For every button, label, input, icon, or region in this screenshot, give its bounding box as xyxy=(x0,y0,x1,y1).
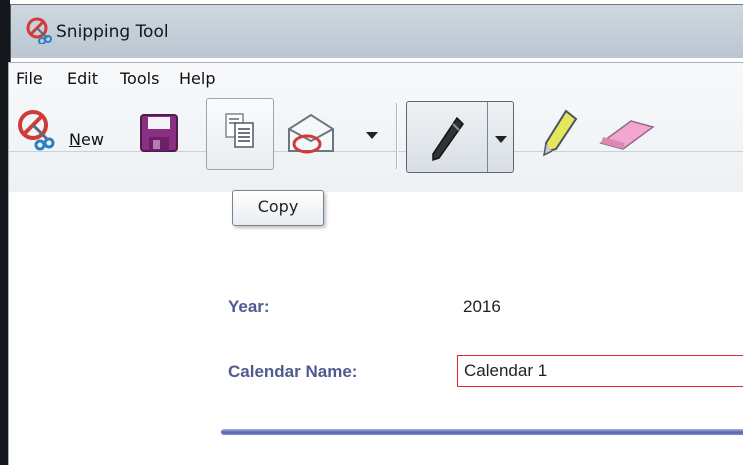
toolbar-separator xyxy=(396,103,397,169)
pen-button[interactable] xyxy=(406,101,514,173)
menu-tools[interactable]: Tools xyxy=(120,69,159,88)
screenshot: Snipping Tool File Edit Tools Help New Y… xyxy=(0,0,743,465)
scissors-icon xyxy=(18,110,55,151)
decorative-divider-bar xyxy=(221,429,743,435)
envelope-icon[interactable] xyxy=(285,111,337,157)
toolbar: New xyxy=(9,95,743,173)
menu-edit[interactable]: Edit xyxy=(67,69,98,88)
menu-file[interactable]: File xyxy=(16,69,43,88)
eraser-icon[interactable] xyxy=(591,113,661,153)
title-bar[interactable]: Snipping Tool xyxy=(11,5,743,58)
menu-help[interactable]: Help xyxy=(179,69,215,88)
pen-split-divider xyxy=(487,102,488,172)
year-value: 2016 xyxy=(463,297,501,316)
app-chrome: File Edit Tools Help New xyxy=(8,62,743,193)
floppy-disk-icon[interactable] xyxy=(139,113,179,153)
pen-icon xyxy=(432,116,464,162)
copy-icon xyxy=(225,113,254,148)
calendar-name-label: Calendar Name: xyxy=(228,362,358,381)
scissors-icon xyxy=(26,17,52,44)
send-dropdown-chevron-icon[interactable] xyxy=(366,132,378,139)
content-area: Year: 2016 Calendar Name: xyxy=(8,192,743,465)
tooltip-text: Copy xyxy=(257,197,299,216)
new-button-label: New xyxy=(69,130,104,149)
highlighter-icon[interactable] xyxy=(540,109,580,157)
calendar-name-input[interactable] xyxy=(457,355,743,387)
copy-tooltip: Copy xyxy=(232,190,324,226)
copy-button[interactable] xyxy=(206,98,274,170)
new-button[interactable]: New xyxy=(13,107,113,151)
pen-dropdown-chevron-icon[interactable] xyxy=(495,136,507,143)
year-label: Year: xyxy=(228,297,270,316)
window-title: Snipping Tool xyxy=(56,22,169,42)
menu-bar: File Edit Tools Help xyxy=(9,63,743,93)
